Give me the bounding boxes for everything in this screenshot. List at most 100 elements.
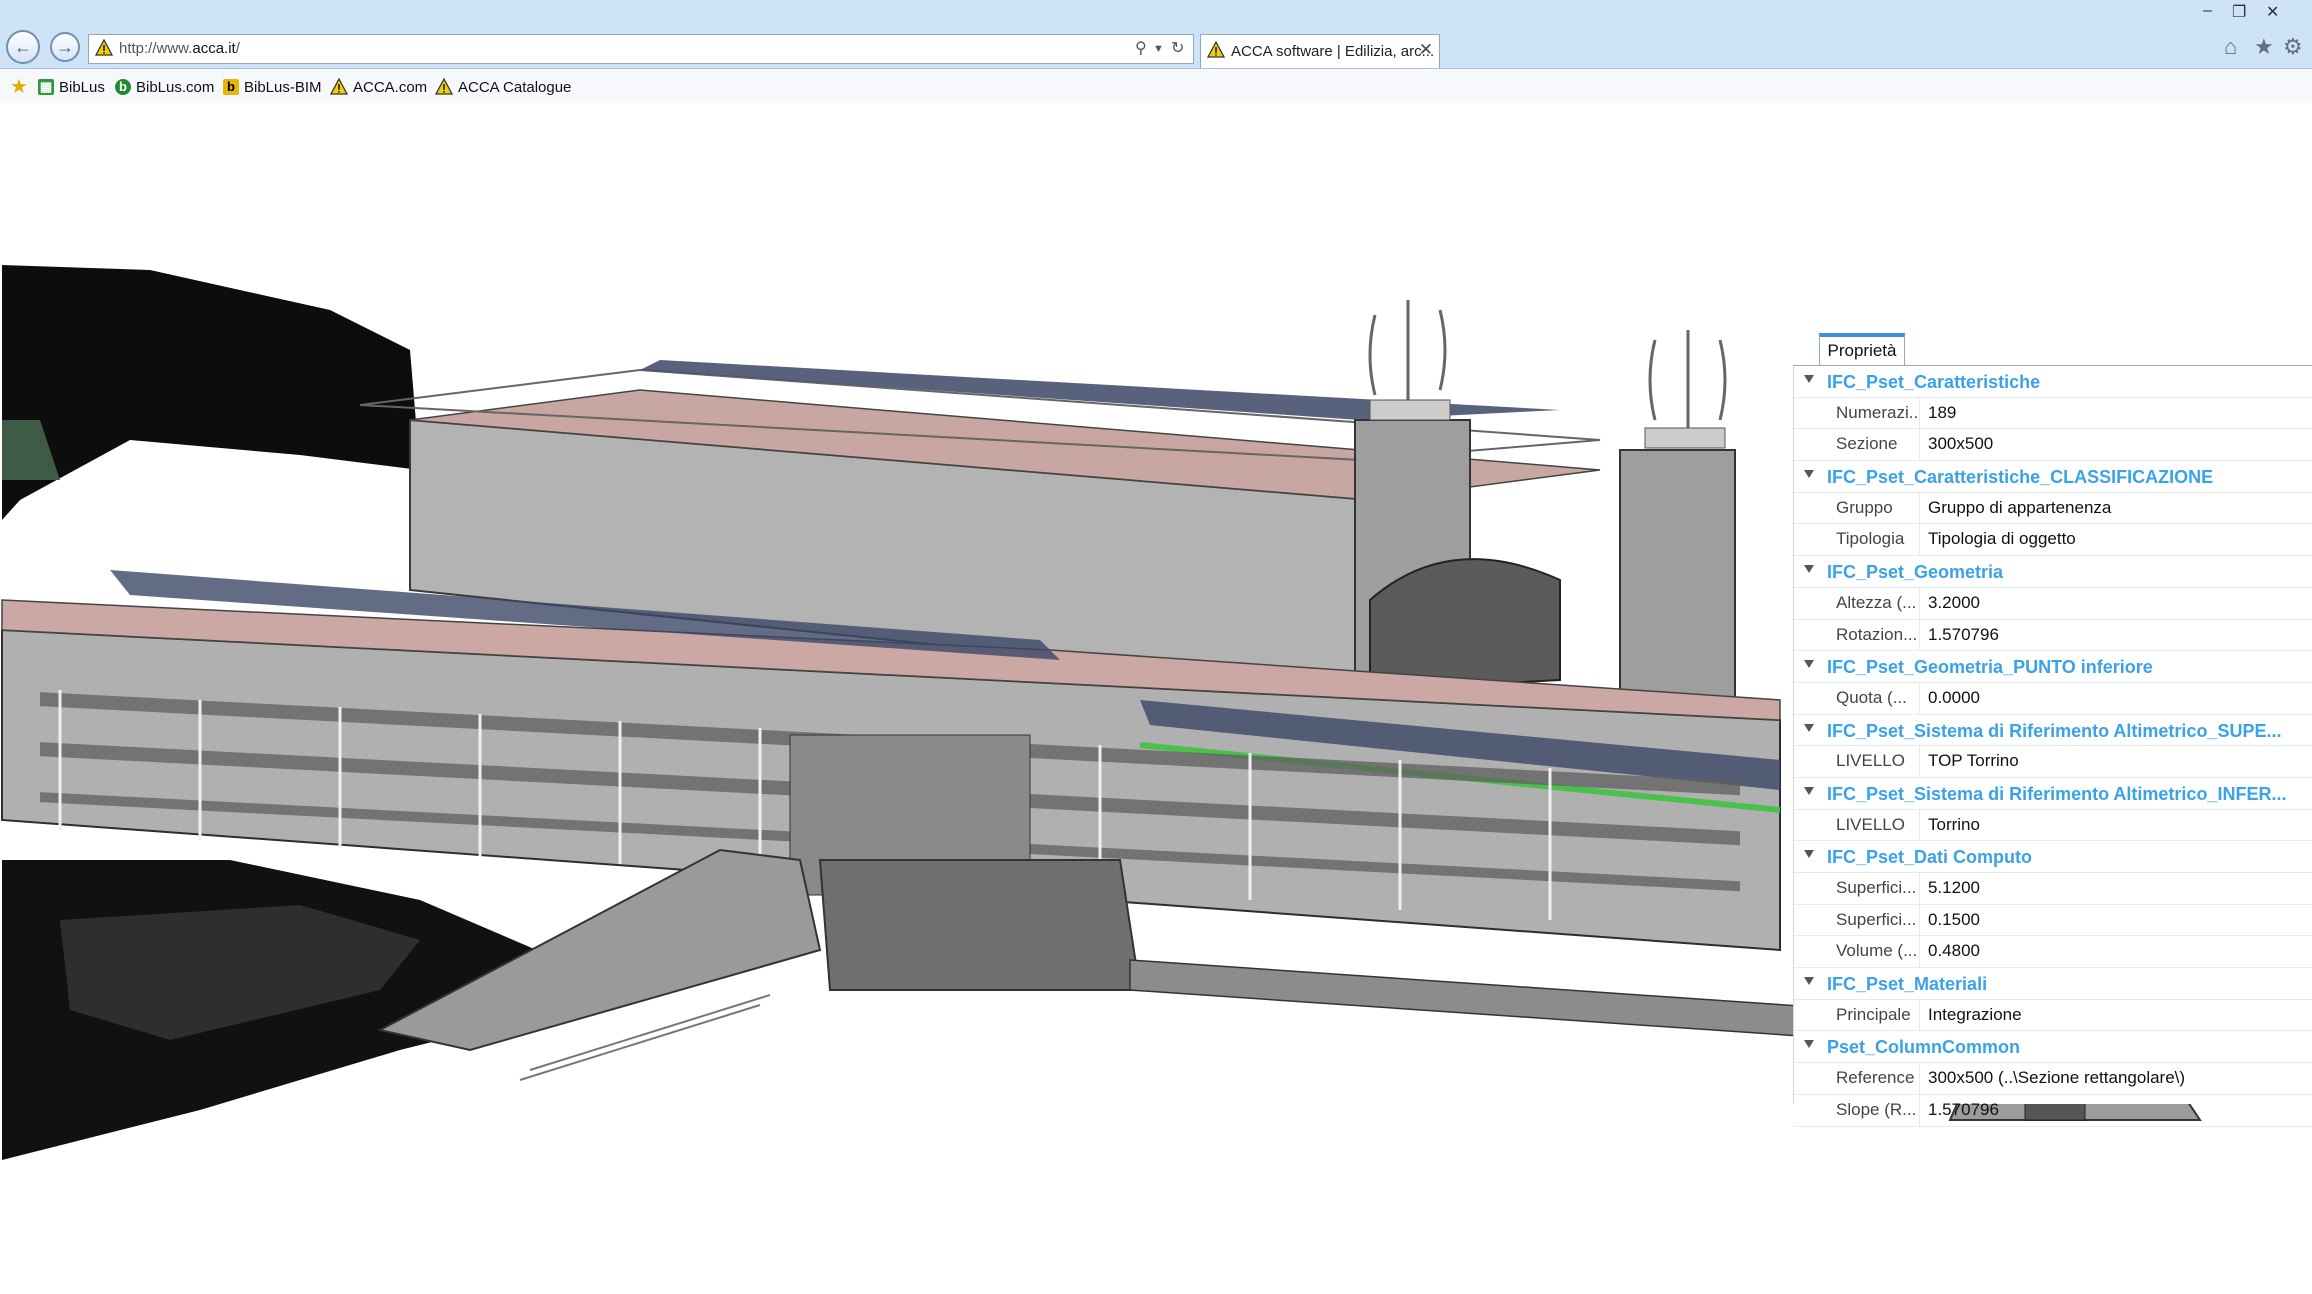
- property-value: 300x500: [1928, 434, 1994, 454]
- property-group-name: IFC_Pset_Caratteristiche_CLASSIFICAZIONE: [1827, 467, 2214, 488]
- property-group[interactable]: IFC_Pset_Sistema di Riferimento Altimetr…: [1794, 778, 2312, 810]
- property-group-name: IFC_Pset_Sistema di Riferimento Altimetr…: [1827, 720, 2282, 741]
- favorite-acca-com[interactable]: ACCA.com: [330, 76, 427, 98]
- property-group[interactable]: IFC_Pset_Caratteristiche: [1794, 366, 2312, 398]
- property-value: 0.0000: [1928, 687, 1980, 707]
- property-group-name: IFC_Pset_Caratteristiche: [1827, 372, 2041, 392]
- stair-block: [818, 859, 1142, 991]
- property-key: Rotazion...: [1824, 619, 1920, 651]
- property-key: Principale: [1824, 999, 1920, 1031]
- property-row[interactable]: Rotazion... 1.570796: [1794, 619, 2312, 652]
- property-group[interactable]: Pset_ColumnCommon: [1794, 1031, 2312, 1064]
- collapse-arrow-icon[interactable]: [1804, 375, 1814, 383]
- property-key: Slope (R...: [1824, 1094, 1920, 1126]
- property-key: Gruppo: [1824, 492, 1920, 524]
- favorites-star-icon[interactable]: ★: [2254, 34, 2274, 60]
- property-value: 5.1200: [1928, 878, 1980, 897]
- acca-warning-icon: [435, 78, 453, 95]
- property-row[interactable]: Gruppo Gruppo di appartenenza: [1794, 492, 2312, 525]
- property-row[interactable]: Sezione 300x500: [1794, 429, 2312, 462]
- property-row[interactable]: LIVELLO TOP Torrino: [1794, 746, 2312, 778]
- warning-icon: [95, 39, 113, 56]
- warning-icon: [1207, 41, 1225, 58]
- address-bar[interactable]: http://www.acca.it/ ⚲ ▼ ↻: [88, 34, 1194, 64]
- close-window-icon[interactable]: ✕: [2266, 2, 2279, 22]
- add-favorite-star-icon[interactable]: ★: [10, 74, 28, 99]
- tab-proprieta[interactable]: Proprietà: [1819, 333, 1905, 365]
- property-group-name: IFC_Pset_Sistema di Riferimento Altimetr…: [1827, 783, 2287, 804]
- favorite-biblus-bim[interactable]: b BibLus-BIM: [223, 76, 322, 98]
- close-icon[interactable]: ✕: [1419, 40, 1433, 60]
- property-group-name: IFC_Pset_Dati Computo: [1827, 847, 2033, 868]
- property-row[interactable]: Altezza (... 3.2000: [1794, 587, 2312, 620]
- property-group[interactable]: IFC_Pset_Caratteristiche_CLASSIFICAZIONE: [1794, 461, 2312, 493]
- property-row[interactable]: Tipologia Tipologia di oggetto: [1794, 524, 2312, 557]
- collapse-arrow-icon[interactable]: [1804, 723, 1814, 732]
- refresh-icon[interactable]: ↻: [1171, 38, 1184, 58]
- browser-tab[interactable]: ACCA software | Edilizia, arc... ✕: [1200, 34, 1440, 68]
- property-group-name: IFC_Pset_Geometria_PUNTO inferiore: [1827, 657, 2153, 678]
- property-row[interactable]: Superfici... 0.1500: [1794, 904, 2312, 937]
- property-key: Quota (...: [1824, 682, 1920, 714]
- address-url[interactable]: http://www.acca.it/: [119, 40, 240, 57]
- property-key: Sezione: [1824, 429, 1920, 461]
- property-key: Numerazi...: [1824, 397, 1920, 429]
- terrain-dark: [2, 265, 420, 520]
- properties-panel: Proprietà IFC_Pset_Caratteristiche Numer…: [1793, 333, 2312, 1127]
- property-group[interactable]: IFC_Pset_Materiali: [1794, 968, 2312, 1000]
- collapse-arrow-icon[interactable]: [1804, 470, 1814, 479]
- property-key: Superfici...: [1824, 904, 1920, 936]
- collapse-arrow-icon[interactable]: [1804, 660, 1814, 669]
- biblus-icon: ▦: [38, 79, 54, 95]
- property-row[interactable]: Superfici... 5.1200: [1794, 873, 2312, 905]
- property-key: Superfici...: [1824, 873, 1920, 904]
- collapse-arrow-icon[interactable]: [1804, 850, 1814, 859]
- property-key: Altezza (...: [1824, 587, 1920, 619]
- restore-icon[interactable]: ❐: [2232, 2, 2246, 22]
- search-icon[interactable]: ⚲: [1135, 38, 1147, 58]
- home-icon[interactable]: ⌂: [2224, 34, 2237, 60]
- property-group[interactable]: IFC_Pset_Geometria_PUNTO inferiore: [1794, 651, 2312, 683]
- favorite-biblus-com[interactable]: b BibLus.com: [115, 76, 214, 98]
- property-group[interactable]: IFC_Pset_Geometria: [1794, 556, 2312, 588]
- bim-3d-viewport[interactable]: Proprietà IFC_Pset_Caratteristiche Numer…: [0, 103, 2312, 1294]
- property-value: 300x500 (..\Sezione rettangolare\): [1928, 1068, 2186, 1088]
- arrow-right-icon: →: [56, 37, 74, 57]
- property-row[interactable]: Reference 300x500 (..\Sezione rettangola…: [1794, 1063, 2312, 1095]
- back-button[interactable]: ←: [6, 30, 40, 64]
- minimize-icon[interactable]: –: [2203, 2, 2212, 20]
- property-group-name: IFC_Pset_Geometria: [1827, 562, 2004, 583]
- property-row[interactable]: Numerazi... 189: [1794, 397, 2312, 430]
- property-group[interactable]: IFC_Pset_Dati Computo: [1794, 841, 2312, 873]
- favorite-acca-catalogue[interactable]: ACCA Catalogue: [435, 76, 571, 98]
- property-value: Gruppo di appartenenza: [1928, 497, 2112, 517]
- property-value: 3.2000: [1928, 592, 1980, 612]
- browser-titlebar: ← → http://www.acca.it/ ⚲ ▼ ↻ ACCA softw…: [0, 0, 2312, 69]
- property-value: 0.4800: [1928, 941, 1980, 961]
- properties-grid: IFC_Pset_Caratteristiche Numerazi... 189…: [1793, 365, 2312, 1127]
- property-key: Tipologia: [1824, 524, 1920, 556]
- gear-icon[interactable]: ⚙: [2283, 34, 2303, 60]
- property-value: Torrino: [1928, 814, 1980, 834]
- chevron-down-icon[interactable]: ▼: [1153, 43, 1164, 55]
- collapse-arrow-icon[interactable]: [1804, 786, 1814, 795]
- property-group[interactable]: IFC_Pset_Sistema di Riferimento Altimetr…: [1794, 715, 2312, 747]
- acca-warning-icon: [330, 78, 348, 95]
- forward-button[interactable]: →: [50, 32, 80, 62]
- collapse-arrow-icon[interactable]: [1804, 1040, 1814, 1049]
- property-row[interactable]: Slope (R... 1.570796: [1794, 1094, 2312, 1127]
- property-row[interactable]: LIVELLO Torrino: [1794, 809, 2312, 842]
- property-value: TOP Torrino: [1928, 751, 2019, 771]
- property-key: Reference: [1824, 1063, 1920, 1094]
- property-row[interactable]: Quota (... 0.0000: [1794, 682, 2312, 715]
- property-key: LIVELLO: [1824, 746, 1920, 777]
- property-value: 1.570796: [1928, 624, 1999, 644]
- property-row[interactable]: Volume (... 0.4800: [1794, 936, 2312, 969]
- collapse-arrow-icon[interactable]: [1804, 565, 1814, 574]
- property-row[interactable]: Principale Integrazione: [1794, 999, 2312, 1032]
- property-group-name: IFC_Pset_Materiali: [1827, 974, 1988, 995]
- property-value: 1.570796: [1928, 1099, 1999, 1119]
- collapse-arrow-icon[interactable]: [1804, 977, 1814, 986]
- arched-entrance: [1369, 558, 1561, 692]
- favorite-biblus[interactable]: ▦ BibLus: [38, 76, 105, 98]
